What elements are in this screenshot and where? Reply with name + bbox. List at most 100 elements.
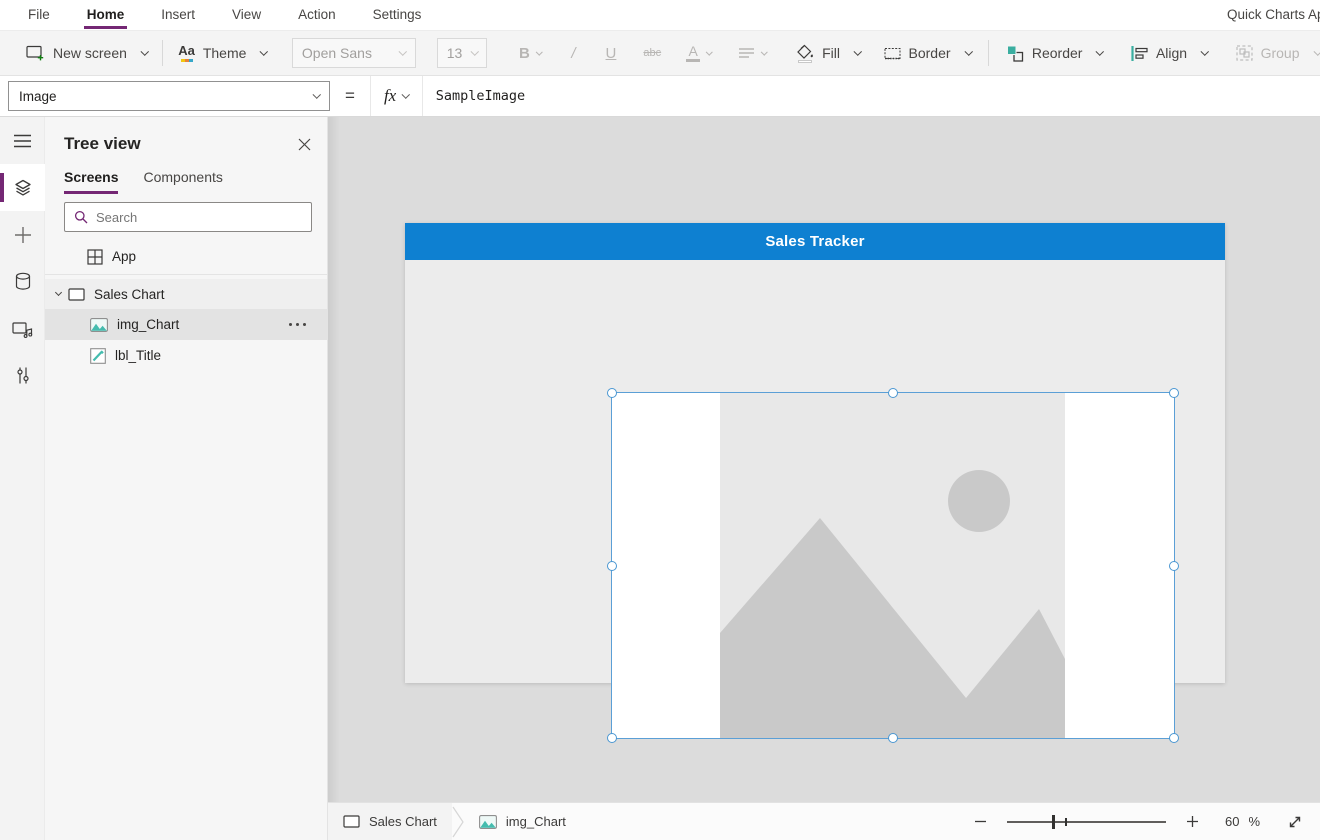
reorder-icon <box>1006 45 1024 62</box>
tab-screens[interactable]: Screens <box>64 169 118 194</box>
formula-bar: Image = fx SampleImage <box>0 76 1320 117</box>
resize-handle-w[interactable] <box>607 561 617 571</box>
new-screen-icon <box>26 45 45 61</box>
rail-data-button[interactable] <box>0 258 45 305</box>
border-button[interactable]: Border <box>884 45 972 61</box>
app-name: Quick Charts App <box>1227 0 1320 31</box>
plus-icon <box>14 226 32 244</box>
strikethrough-button[interactable]: abc <box>643 47 661 59</box>
font-color-icon: A <box>686 44 700 62</box>
media-icon <box>12 320 33 338</box>
menu-file[interactable]: File <box>28 0 50 30</box>
font-color-button[interactable]: A <box>686 44 712 62</box>
tree-view-icon <box>13 178 33 198</box>
chevron-down-icon <box>964 48 972 56</box>
search-input[interactable] <box>96 210 302 225</box>
tree-view-panel: Tree view Screens Components App Sales C… <box>45 117 328 840</box>
panel-title: Tree view <box>64 134 141 154</box>
rail-tree-view-button[interactable] <box>0 164 45 211</box>
font-family-select[interactable]: Open Sans <box>292 38 416 68</box>
fill-icon <box>796 44 814 63</box>
rail-media-button[interactable] <box>0 305 45 352</box>
database-icon <box>14 272 32 291</box>
close-icon[interactable] <box>298 138 311 151</box>
chevron-down-icon <box>312 91 320 99</box>
breadcrumb-separator-icon <box>452 806 464 838</box>
breadcrumb-control[interactable]: img_Chart <box>464 803 581 840</box>
text-align-icon <box>738 47 755 60</box>
image-control-selected[interactable] <box>612 393 1174 738</box>
resize-handle-nw[interactable] <box>607 388 617 398</box>
menu-bar: File Home Insert View Action Settings <box>0 0 1320 31</box>
chevron-down-icon[interactable] <box>55 289 62 296</box>
group-icon <box>1236 45 1253 61</box>
more-options-icon[interactable] <box>289 323 306 326</box>
fill-button[interactable]: Fill <box>796 44 860 63</box>
search-icon <box>74 210 88 224</box>
formula-input[interactable]: SampleImage <box>436 88 525 104</box>
tree-divider <box>45 274 327 275</box>
chevron-down-icon <box>761 48 767 54</box>
align-icon <box>1131 46 1148 61</box>
menu-home[interactable]: Home <box>87 0 125 30</box>
resize-handle-sw[interactable] <box>607 733 617 743</box>
hamburger-icon <box>13 134 32 148</box>
resize-handle-se[interactable] <box>1169 733 1179 743</box>
zoom-slider-tick <box>1065 818 1067 826</box>
breadcrumb-screen[interactable]: Sales Chart <box>328 803 452 840</box>
panel-tabs: Screens Components <box>64 169 327 194</box>
ribbon-toolbar: New screen Aa Theme Open Sans 13 B / U a… <box>0 31 1320 76</box>
toolbar-divider <box>162 40 163 66</box>
menu-insert[interactable]: Insert <box>161 0 195 30</box>
zoom-controls: 60 % <box>974 814 1320 830</box>
tab-components[interactable]: Components <box>143 169 222 194</box>
tree-item-label-control[interactable]: lbl_Title <box>45 340 327 371</box>
chevron-down-icon <box>706 48 712 54</box>
reorder-button[interactable]: Reorder <box>1006 45 1103 62</box>
rail-insert-button[interactable] <box>0 211 45 258</box>
italic-button[interactable]: / <box>571 45 575 62</box>
resize-handle-n[interactable] <box>888 388 898 398</box>
label-control-icon <box>90 348 106 364</box>
screens-tree: App Sales Chart img_Chart lbl_Title <box>45 242 327 371</box>
design-canvas[interactable]: Sales Tracker Sales Chart <box>328 117 1320 840</box>
zoom-slider[interactable] <box>1007 821 1166 823</box>
tree-item-app[interactable]: App <box>45 242 327 271</box>
hamburger-menu-button[interactable] <box>0 117 45 164</box>
group-button[interactable]: Group <box>1236 45 1320 61</box>
zoom-out-icon[interactable] <box>974 815 987 828</box>
bold-button[interactable]: B <box>519 45 541 62</box>
menu-settings[interactable]: Settings <box>373 0 422 30</box>
screen-title-label[interactable]: Sales Tracker <box>405 223 1225 260</box>
theme-button[interactable]: Aa Theme <box>178 44 267 62</box>
new-screen-button[interactable]: New screen <box>26 45 147 61</box>
tree-item-image-control[interactable]: img_Chart <box>45 309 327 340</box>
menu-view[interactable]: View <box>232 0 261 30</box>
chevron-down-icon <box>260 48 268 56</box>
chevron-down-icon <box>1313 48 1320 56</box>
app-icon <box>87 249 103 265</box>
underline-button[interactable]: U <box>606 45 617 62</box>
text-align-button[interactable] <box>738 47 767 60</box>
font-size-select[interactable]: 13 <box>437 38 487 68</box>
equals-sign: = <box>345 86 355 106</box>
property-selector[interactable]: Image <box>8 81 330 111</box>
zoom-in-icon[interactable] <box>1186 815 1199 828</box>
align-button[interactable]: Align <box>1131 45 1208 61</box>
image-control-icon <box>479 815 497 829</box>
app-screen[interactable]: Sales Tracker <box>405 223 1225 683</box>
resize-handle-ne[interactable] <box>1169 388 1179 398</box>
chevron-down-icon <box>402 91 410 99</box>
fx-button[interactable]: fx <box>370 76 423 116</box>
zoom-slider-thumb[interactable] <box>1052 815 1056 829</box>
border-icon <box>884 47 901 60</box>
tree-search-box[interactable] <box>64 202 312 232</box>
resize-handle-e[interactable] <box>1169 561 1179 571</box>
resize-handle-s[interactable] <box>888 733 898 743</box>
tree-item-screen[interactable]: Sales Chart <box>45 279 327 309</box>
menu-action[interactable]: Action <box>298 0 336 30</box>
chevron-down-icon <box>1201 48 1209 56</box>
chevron-down-icon <box>141 48 149 56</box>
rail-advanced-tools-button[interactable] <box>0 352 45 399</box>
fit-to-window-icon[interactable] <box>1287 814 1303 830</box>
